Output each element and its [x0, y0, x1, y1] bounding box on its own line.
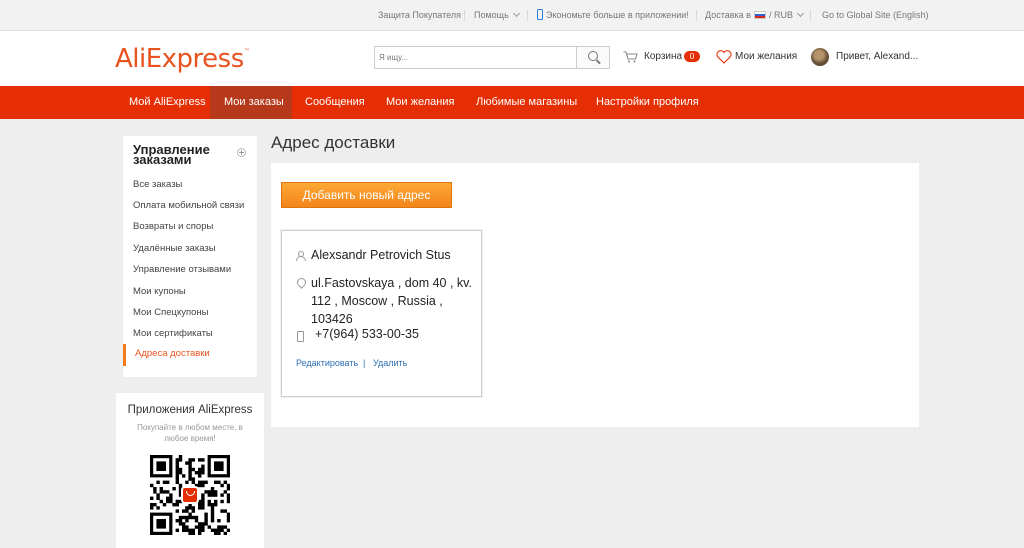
search-icon-handle [596, 59, 601, 65]
avatar [811, 48, 829, 66]
account-nav: Мой AliExpress Мои заказы Сообщения Мои … [0, 86, 1024, 119]
tab-profile-settings[interactable]: Настройки профиля [596, 86, 699, 119]
cart-label: Корзина [644, 51, 683, 62]
currency-label: / RUB [768, 10, 793, 20]
heart-icon [716, 50, 732, 64]
person-icon [296, 251, 306, 261]
phone-icon [296, 331, 304, 342]
page-title: Адрес доставки [271, 133, 396, 152]
tab-my-orders[interactable]: Мои заказы [210, 86, 292, 119]
apps-subtitle: Покупайте в любом месте, в любое время! [137, 423, 243, 443]
trademark-mark: ™ [243, 48, 250, 55]
sidebar-item-returns-disputes[interactable]: Возвраты и споры [133, 220, 213, 234]
help-menu[interactable]: Помощь [474, 0, 520, 31]
divider [527, 10, 528, 21]
sidebar-item-mobile-payment[interactable]: Оплата мобильной связи [133, 199, 244, 213]
site-header: AliExpress™ Корзина 0 Мои желания Привет… [0, 31, 1024, 86]
qr-code-image [150, 455, 231, 536]
sidebar-item-all-orders[interactable]: Все заказы [133, 178, 182, 192]
phone-number: +7(964) 533-00-35 [315, 327, 419, 341]
apps-title: Приложения AliExpress [127, 404, 253, 416]
search-box [374, 46, 610, 69]
mobile-phone-icon [537, 9, 543, 21]
collapse-toggle-icon[interactable] [237, 148, 246, 157]
tab-messages[interactable]: Сообщения [305, 86, 365, 119]
app-promo-label: Экономьте больше в приложении! [546, 10, 689, 20]
ship-to-label: Доставка в [705, 10, 751, 20]
order-management-sidebar: Управление заказами Все заказы Оплата мо… [123, 136, 257, 377]
search-input[interactable] [375, 47, 577, 68]
divider [696, 10, 697, 21]
edit-address-link[interactable]: Редактировать [296, 358, 358, 368]
sidebar-item-certificates[interactable]: Мои сертификаты [133, 327, 213, 341]
tab-my-aliexpress[interactable]: Мой AliExpress [117, 86, 209, 119]
russia-flag-icon [753, 10, 766, 19]
address-card: Alexsandr Petrovich Stus ul.Fastovskaya … [281, 230, 482, 397]
link-separator: | [363, 358, 366, 368]
user-greeting: Привет, Alexand... [836, 51, 919, 62]
tab-wishlist[interactable]: Мои желания [386, 86, 454, 119]
divider [810, 10, 811, 21]
search-button[interactable] [576, 47, 609, 68]
aliexpress-app-icon [181, 486, 199, 504]
divider [464, 10, 465, 21]
recipient-name: Alexsandr Petrovich Stus [311, 248, 451, 262]
tab-favorite-stores[interactable]: Любимые магазины [476, 86, 577, 119]
top-utility-bar: Защита Покупателя Помощь Экономьте больш… [0, 0, 1024, 31]
aliexpress-logo[interactable]: AliExpress™ [115, 44, 250, 74]
wishlist-label: Мои желания [735, 51, 798, 62]
location-pin-icon [296, 278, 304, 288]
cart-count-badge: 0 [684, 51, 700, 62]
buyer-protection-link[interactable]: Защита Покупателя [378, 0, 461, 31]
add-address-button[interactable]: Добавить новый адрес [281, 182, 452, 208]
sidebar-title: Управление заказами [133, 142, 210, 167]
sidebar-item-deleted-orders[interactable]: Удалённые заказы [133, 242, 216, 256]
ship-to-selector[interactable]: Доставка в / RUB [705, 0, 804, 31]
sidebar-item-special-coupons[interactable]: Мои Спецкупоны [133, 306, 209, 320]
mobile-apps-promo: Приложения AliExpress Покупайте в любом … [116, 393, 264, 548]
cart-icon [623, 51, 638, 63]
street-address: ul.Fastovskaya , dom 40 , kv. 112 , Mosc… [311, 276, 472, 326]
app-promo-link[interactable]: Экономьте больше в приложении! [537, 0, 689, 31]
sidebar-item-label: Адреса доставки [135, 348, 210, 359]
help-label: Помощь [474, 10, 509, 20]
sidebar-item-shipping-addresses[interactable]: Адреса доставки [123, 344, 257, 366]
chevron-down-icon [512, 9, 520, 18]
logo-text: AliExpress [115, 44, 244, 74]
delete-address-link[interactable]: Удалить [373, 358, 407, 368]
global-site-link[interactable]: Go to Global Site (English) [822, 0, 929, 31]
sidebar-item-my-coupons[interactable]: Мои купоны [133, 285, 186, 299]
sidebar-item-manage-reviews[interactable]: Управление отзывами [133, 263, 231, 277]
chevron-down-icon [796, 9, 804, 18]
